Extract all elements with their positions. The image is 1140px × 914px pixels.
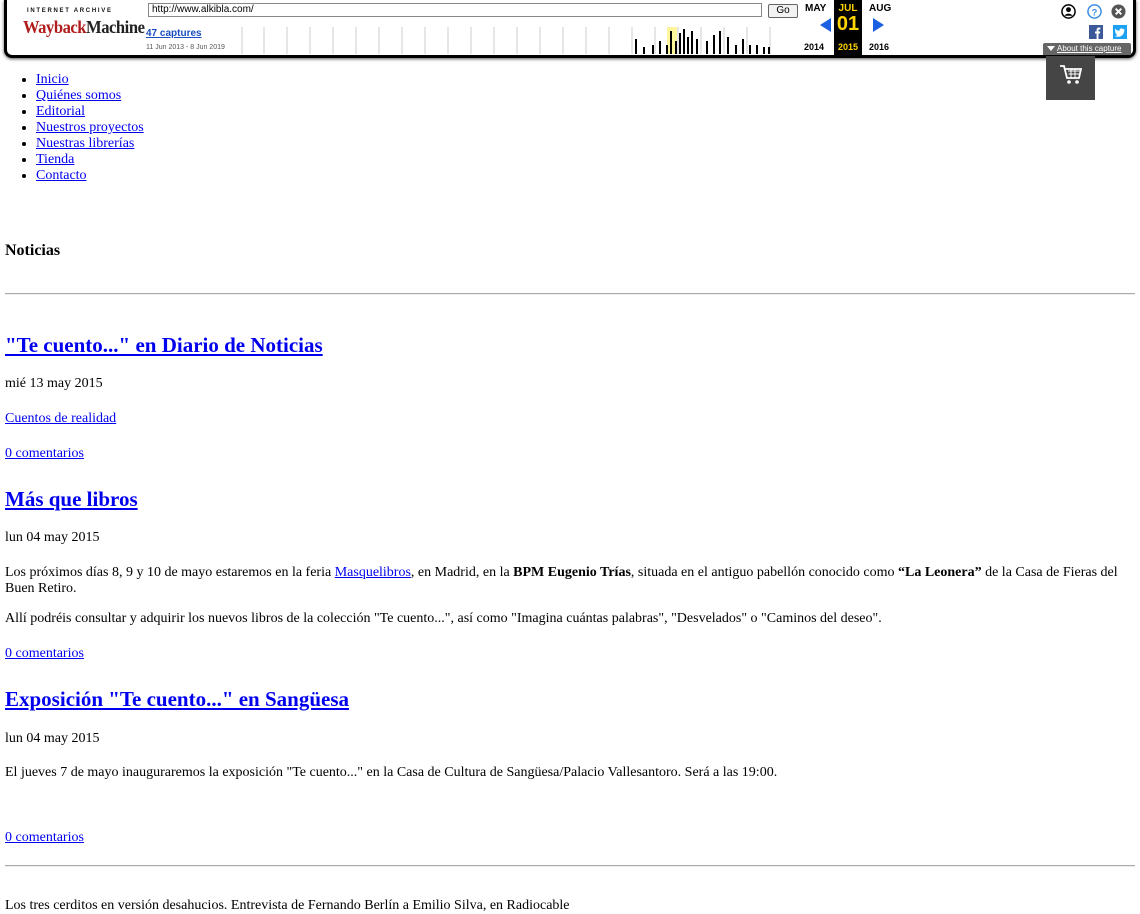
next-year[interactable]: 2016: [869, 42, 889, 52]
nav-item-tienda: Tienda: [36, 152, 144, 168]
nav-link-tienda[interactable]: Tienda: [36, 152, 74, 167]
post-category-1[interactable]: Cuentos de realidad: [5, 411, 116, 426]
twitter-icon[interactable]: [1113, 25, 1127, 39]
post-body-2b: Allí podréis consultar y adquirir los nu…: [5, 611, 882, 626]
nav-item-librerias: Nuestras librerías: [36, 136, 144, 152]
next-month[interactable]: AUG: [869, 3, 891, 14]
logo-internet-archive: INTERNET ARCHIVE: [27, 8, 113, 14]
post-title-3[interactable]: Exposición "Te cuento..." en Sangüesa: [5, 687, 349, 712]
go-button[interactable]: Go: [768, 4, 798, 18]
nav-link-proyectos[interactable]: Nuestros proyectos: [36, 120, 144, 135]
current-day: 01: [836, 13, 860, 35]
nav-link-editorial[interactable]: Editorial: [36, 104, 85, 119]
capture-sparkline[interactable]: [239, 27, 799, 54]
nav-link-librerias[interactable]: Nuestras librerías: [36, 136, 134, 151]
nav-link-contacto[interactable]: Contacto: [36, 168, 87, 183]
post-date-3: lun 04 may 2015: [5, 731, 100, 746]
divider: [5, 865, 1135, 867]
post-comments-3[interactable]: 0 comentarios: [5, 830, 84, 845]
nav-item-contacto: Contacto: [36, 168, 144, 184]
cart-icon: [1060, 65, 1083, 84]
user-icon[interactable]: [1061, 4, 1076, 19]
current-year: 2015: [837, 42, 859, 52]
post-comments-1[interactable]: 0 comentarios: [5, 446, 84, 461]
url-input[interactable]: http://www.alkibla.com/: [148, 3, 762, 17]
nav-item-inicio: Inicio: [36, 72, 144, 88]
help-icon[interactable]: ?: [1087, 4, 1102, 19]
nav-item-proyectos: Nuestros proyectos: [36, 120, 144, 136]
current-capture-date: JUL 01 2015: [834, 0, 862, 55]
post-date-1: mié 13 may 2015: [5, 376, 103, 391]
post-date-2: lun 04 may 2015: [5, 530, 100, 545]
wayback-toolbar: INTERNET ARCHIVE WaybackMachine http://w…: [4, 0, 1136, 58]
nav-item-editorial: Editorial: [36, 104, 144, 120]
masquelibros-link[interactable]: Masquelibros: [335, 565, 411, 580]
nav-link-quienes-somos[interactable]: Quiénes somos: [36, 88, 121, 103]
post-body-2a: Los próximos días 8, 9 y 10 de mayo esta…: [5, 565, 1118, 596]
svg-text:?: ?: [1092, 7, 1098, 17]
divider: [5, 293, 1135, 295]
section-title: Noticias: [5, 242, 61, 259]
next-capture-arrow-icon[interactable]: [873, 18, 884, 32]
capture-range: 11 Jun 2013 - 8 Jun 2019: [146, 44, 225, 51]
facebook-icon[interactable]: [1089, 25, 1103, 39]
prev-month[interactable]: MAY: [805, 3, 826, 14]
post-body-3: El jueves 7 de mayo inauguraremos la exp…: [5, 765, 778, 780]
close-icon[interactable]: [1111, 4, 1126, 19]
captures-link[interactable]: 47 captures: [146, 28, 202, 39]
nav-link-inicio[interactable]: Inicio: [36, 72, 69, 87]
cart-button[interactable]: [1046, 56, 1095, 100]
prev-capture-arrow-icon[interactable]: [820, 18, 831, 32]
main-nav: Inicio Quiénes somos Editorial Nuestros …: [0, 72, 144, 184]
post-comments-2[interactable]: 0 comentarios: [5, 646, 84, 661]
post-title-2[interactable]: Más que libros: [5, 487, 138, 512]
wayback-logo[interactable]: INTERNET ARCHIVE WaybackMachine: [23, 8, 145, 44]
prev-year[interactable]: 2014: [804, 42, 824, 52]
nav-item-quienes-somos: Quiénes somos: [36, 88, 144, 104]
logo-wayback-machine: WaybackMachine: [23, 17, 145, 37]
about-capture-button[interactable]: About this capture: [1043, 43, 1131, 55]
post-title-1[interactable]: "Te cuento..." en Diario de Noticias: [5, 333, 323, 358]
calendar-nav: MAY AUG JUL 01 2015 2014 2016: [802, 0, 897, 55]
